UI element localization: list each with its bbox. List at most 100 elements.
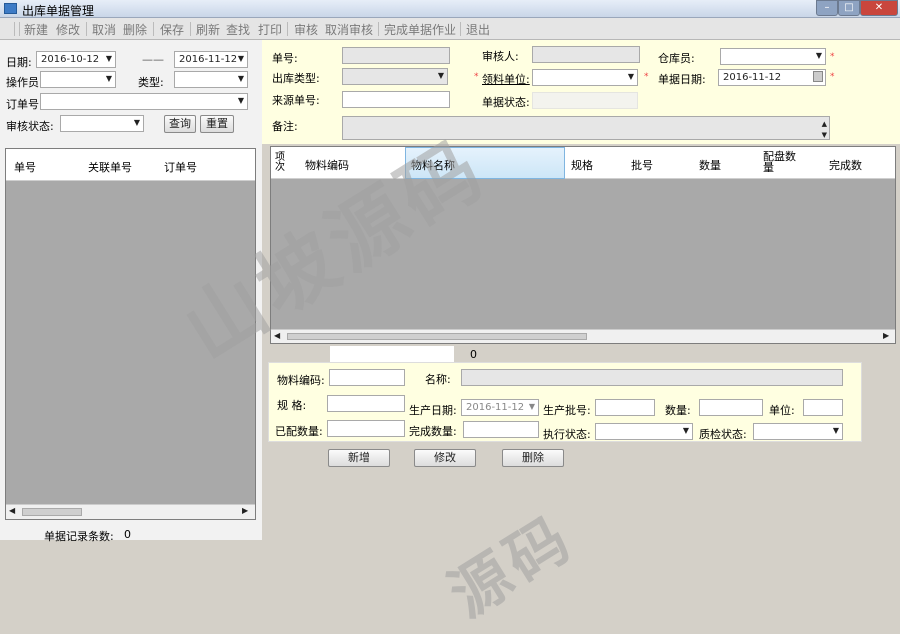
scroll-right-icon[interactable]: ▶ bbox=[242, 506, 248, 515]
date-separator: —— bbox=[142, 53, 164, 66]
done-qty-input[interactable] bbox=[463, 421, 539, 438]
date-from-picker[interactable]: 2016-10-12 ▼ bbox=[36, 51, 116, 68]
detail-col-item[interactable]: 项次 bbox=[275, 153, 291, 173]
toolbar-delete-button[interactable]: 删除 bbox=[123, 21, 147, 38]
detail-count-value: 0 bbox=[470, 348, 477, 361]
spec-input[interactable] bbox=[327, 395, 405, 412]
title-bar: 出库单据管理 – □ ✕ bbox=[0, 0, 900, 18]
close-icon[interactable]: ✕ bbox=[860, 0, 898, 16]
toolbar-exit-button[interactable]: 退出 bbox=[466, 21, 490, 38]
name-input[interactable] bbox=[461, 369, 843, 386]
toolbar-separator bbox=[14, 22, 15, 36]
scroll-thumb[interactable] bbox=[287, 333, 587, 340]
detail-form: 物料编码: 名称: 规 格: 生产日期: 2016-11-12 ▼ 生产批号: 数… bbox=[268, 362, 862, 442]
toolbar-separator bbox=[190, 22, 191, 36]
toolbar-print-button[interactable]: 打印 bbox=[258, 21, 282, 38]
scroll-down-icon[interactable]: ▼ bbox=[822, 129, 827, 141]
app-icon bbox=[4, 3, 17, 14]
scroll-right-icon[interactable]: ▶ bbox=[883, 331, 889, 340]
doc-date-picker[interactable]: 2016-11-12 bbox=[718, 69, 826, 86]
chevron-down-icon: ▼ bbox=[528, 402, 535, 411]
chevron-down-icon: ▼ bbox=[133, 118, 140, 127]
calendar-icon[interactable] bbox=[813, 71, 823, 82]
date-to-value: 2016-11-12 bbox=[179, 54, 238, 65]
detail-col-spec[interactable]: 规格 bbox=[571, 157, 593, 173]
reset-button[interactable]: 重置 bbox=[200, 115, 234, 133]
window-title: 出库单据管理 bbox=[22, 4, 95, 18]
order-select[interactable]: ▼ bbox=[40, 93, 248, 110]
receiver-unit-label[interactable]: 领料单位: bbox=[482, 71, 530, 87]
batch-label: 生产批号: bbox=[543, 404, 591, 417]
operator-select[interactable]: ▼ bbox=[40, 71, 116, 88]
type-select[interactable]: ▼ bbox=[174, 71, 248, 88]
add-button[interactable]: 新增 bbox=[328, 449, 390, 467]
chevron-down-icon: ▼ bbox=[237, 96, 244, 105]
detail-col-done[interactable]: 完成数 bbox=[829, 157, 862, 173]
toolbar-complete-button[interactable]: 完成单据作业 bbox=[384, 21, 456, 38]
qc-status-select[interactable]: ▼ bbox=[753, 423, 843, 440]
chevron-down-icon: ▼ bbox=[627, 72, 634, 81]
order-label: 订单号 bbox=[6, 98, 39, 111]
scroll-left-icon[interactable]: ◀ bbox=[9, 506, 15, 515]
source-no-input[interactable] bbox=[342, 91, 450, 108]
date-from-value: 2016-10-12 bbox=[41, 54, 100, 65]
scroll-thumb[interactable] bbox=[22, 508, 82, 516]
prod-date-value: 2016-11-12 bbox=[466, 402, 525, 413]
toolbar-refresh-button[interactable]: 刷新 bbox=[196, 21, 220, 38]
left-grid-col-order[interactable]: 订单号 bbox=[164, 159, 197, 175]
material-code-input[interactable] bbox=[329, 369, 405, 386]
left-grid-col-related[interactable]: 关联单号 bbox=[88, 159, 132, 175]
toolbar-separator bbox=[287, 22, 288, 36]
batch-input[interactable] bbox=[595, 399, 655, 416]
minimize-icon[interactable]: – bbox=[816, 0, 838, 16]
doc-status-label: 单据状态: bbox=[482, 96, 530, 109]
unit-input[interactable] bbox=[803, 399, 843, 416]
matched-qty-input[interactable] bbox=[327, 420, 405, 437]
chevron-down-icon: ▼ bbox=[682, 426, 689, 435]
detail-col-batch[interactable]: 批号 bbox=[631, 157, 653, 173]
toolbar-separator bbox=[86, 22, 87, 36]
chevron-down-icon: ▼ bbox=[437, 71, 444, 80]
detail-col-matched-qty[interactable]: 配盘数量 bbox=[763, 151, 797, 173]
chevron-down-icon: ▼ bbox=[237, 74, 244, 83]
unit-label: 单位: bbox=[769, 404, 795, 417]
detail-count-label-area bbox=[330, 346, 454, 362]
toolbar-edit-button[interactable]: 修改 bbox=[56, 21, 80, 38]
exec-status-select[interactable]: ▼ bbox=[595, 423, 693, 440]
toolbar-new-button[interactable]: 新建 bbox=[24, 21, 48, 38]
maximize-icon[interactable]: □ bbox=[838, 0, 860, 16]
detail-grid-scrollbar[interactable]: ◀ ▶ bbox=[271, 329, 895, 343]
doc-status-input[interactable] bbox=[532, 92, 638, 109]
receiver-unit-select[interactable]: ▼ bbox=[532, 69, 638, 86]
toolbar-find-button[interactable]: 查找 bbox=[226, 21, 250, 38]
material-code-label: 物料编码: bbox=[277, 374, 325, 387]
toolbar-separator bbox=[378, 22, 379, 36]
toolbar-approve-button[interactable]: 审核 bbox=[294, 21, 318, 38]
qty-input[interactable] bbox=[699, 399, 763, 416]
doc-date-value: 2016-11-12 bbox=[723, 72, 782, 83]
edit-button[interactable]: 修改 bbox=[414, 449, 476, 467]
remark-label: 备注: bbox=[272, 120, 298, 133]
detail-col-qty[interactable]: 数量 bbox=[699, 157, 721, 173]
toolbar-save-button[interactable]: 保存 bbox=[160, 21, 184, 38]
status-select[interactable]: ▼ bbox=[60, 115, 144, 132]
no-label: 单号: bbox=[272, 52, 298, 65]
keeper-select[interactable]: ▼ bbox=[720, 48, 826, 65]
spec-label: 规 格: bbox=[277, 399, 307, 412]
left-grid-col-no[interactable]: 单号 bbox=[14, 159, 36, 175]
chevron-down-icon: ▼ bbox=[237, 54, 244, 63]
query-button[interactable]: 查询 bbox=[164, 115, 196, 133]
date-to-picker[interactable]: 2016-11-12 ▼ bbox=[174, 51, 248, 68]
out-type-select[interactable]: ▼ bbox=[342, 68, 448, 85]
toolbar-unapprove-button[interactable]: 取消审核 bbox=[325, 21, 373, 38]
no-input[interactable] bbox=[342, 47, 450, 64]
left-grid-header: 单号 关联单号 订单号 bbox=[6, 149, 255, 181]
left-grid-scrollbar[interactable]: ◀ ▶ bbox=[6, 504, 255, 519]
prod-date-picker[interactable]: 2016-11-12 ▼ bbox=[461, 399, 539, 416]
toolbar-cancel-button[interactable]: 取消 bbox=[92, 21, 116, 38]
delete-button[interactable]: 删除 bbox=[502, 449, 564, 467]
reviewer-input[interactable] bbox=[532, 46, 640, 63]
toolbar: 新建 修改 取消 删除 保存 刷新 查找 打印 审核 取消审核 完成单据作业 退… bbox=[0, 18, 900, 40]
qty-label: 数量: bbox=[665, 404, 691, 417]
type-label: 类型: bbox=[138, 76, 164, 89]
